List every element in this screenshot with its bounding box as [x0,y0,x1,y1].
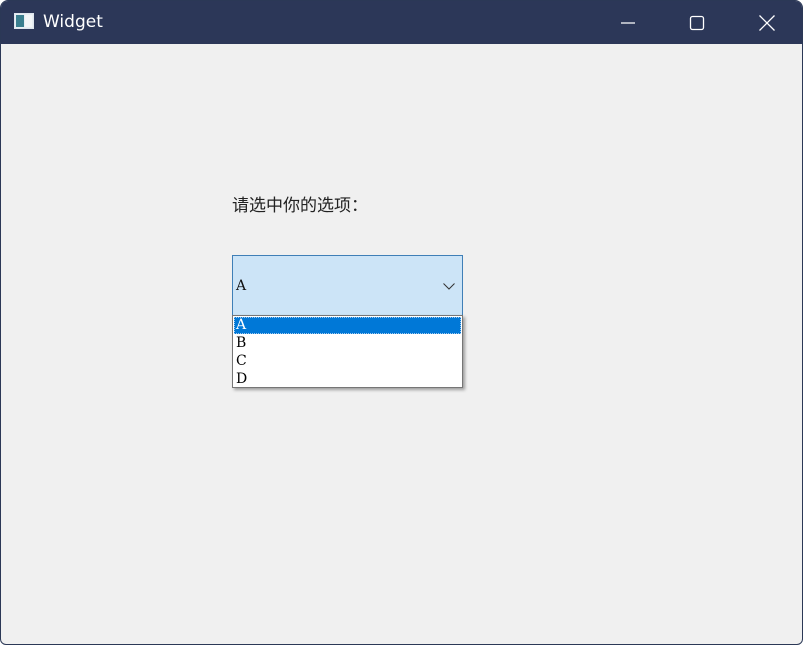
close-icon [759,14,775,31]
option-combobox[interactable]: A [232,255,463,317]
dropdown-option-d[interactable]: D [234,371,461,388]
maximize-button[interactable] [662,1,732,44]
close-button[interactable] [732,1,802,44]
minimize-button[interactable] [593,1,663,44]
option-prompt-label: 请选中你的选项： [232,196,368,216]
window-content: 请选中你的选项： A A B C D [1,44,802,644]
dropdown-option-c[interactable]: C [234,353,461,370]
window-title: Widget [43,12,103,32]
minimize-icon [621,21,635,24]
maximize-icon [689,15,705,30]
dropdown-option-a[interactable]: A [234,317,461,334]
chevron-down-icon[interactable] [442,280,456,292]
app-window-icon [14,13,34,29]
combobox-selected-value: A [236,278,247,294]
app-window: Widget 请选中你的选项： A A B C D [0,0,803,645]
dropdown-option-b[interactable]: B [234,335,461,352]
combobox-dropdown-list[interactable]: A B C D [232,315,463,388]
title-bar[interactable]: Widget [1,1,802,44]
